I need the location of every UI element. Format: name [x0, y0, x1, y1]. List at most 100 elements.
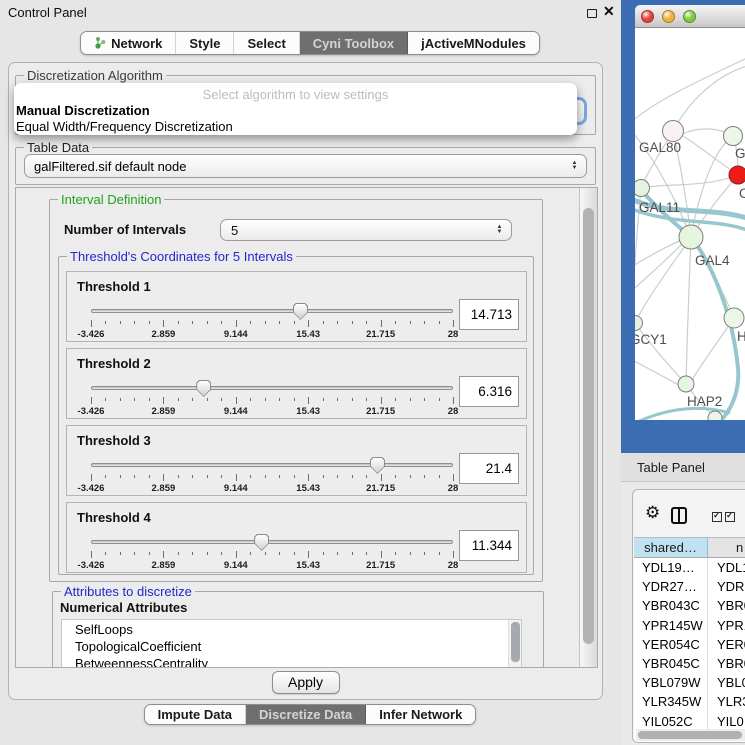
slider-handle[interactable] — [254, 534, 269, 551]
network-window-titlebar[interactable] — [635, 5, 745, 28]
network-edge[interactable] — [635, 358, 680, 386]
network-node-G.[interactable] — [724, 127, 743, 146]
table-row[interactable]: YBL079WYBL0 — [634, 673, 745, 692]
attribute-list-item[interactable]: TopologicalCoefficient — [62, 639, 521, 654]
tab-network[interactable]: Network — [81, 32, 176, 54]
network-node-GAL11[interactable] — [635, 180, 650, 197]
cell-name[interactable]: YBR0 — [708, 654, 745, 673]
network-edge[interactable] — [692, 318, 734, 380]
cell-name[interactable]: YLR3 — [708, 692, 745, 711]
attribute-list-item[interactable]: BetweennessCentrality — [62, 656, 521, 668]
popup-item-equal-width-frequency[interactable]: Equal Width/Frequency Discretization — [14, 119, 577, 135]
node-table[interactable]: shared… n YDL19…YDL1YDR27…YDR2YBR043CYBR… — [634, 537, 745, 742]
tab-discretize-data[interactable]: Discretize Data — [246, 705, 366, 724]
gear-icon[interactable]: ⚙ — [645, 503, 660, 523]
threshold-slider[interactable]: -3.4262.8599.14415.4321.71528 — [91, 302, 453, 338]
cell-name[interactable]: YER0 — [708, 635, 745, 654]
threshold-slider[interactable]: -3.4262.8599.14415.4321.71528 — [91, 456, 453, 492]
column-header-shared-name[interactable]: shared… — [634, 538, 708, 557]
threshold-value-field[interactable]: 6.316 — [459, 376, 519, 407]
zoom-traffic-light[interactable] — [683, 10, 696, 23]
settings-vertical-scrollbar[interactable] — [579, 188, 597, 667]
network-edge[interactable] — [635, 239, 685, 268]
checkbox-icon[interactable]: ✓ — [725, 512, 735, 522]
number-of-intervals-combobox[interactable]: 5 ▲▼ — [220, 219, 512, 241]
slider-track[interactable] — [91, 309, 453, 313]
cell-shared-name[interactable]: YLR345W — [634, 692, 708, 711]
cell-name[interactable]: YIL0 — [708, 712, 745, 731]
threshold-slider[interactable]: -3.4262.8599.14415.4321.71528 — [91, 379, 453, 415]
cell-name[interactable]: YBL0 — [708, 673, 745, 692]
network-node-GAL4[interactable] — [679, 225, 703, 249]
float-window-icon[interactable] — [587, 9, 597, 18]
slider-track[interactable] — [91, 540, 453, 544]
attribute-list-item[interactable]: SelfLoops — [62, 622, 521, 637]
scrollbar-thumb[interactable] — [638, 731, 742, 739]
tab-style[interactable]: Style — [176, 32, 234, 54]
cell-name[interactable]: YPR1 — [708, 616, 745, 635]
slider-handle[interactable] — [196, 380, 211, 397]
network-node-GCY1[interactable] — [635, 316, 643, 331]
network-edge[interactable] — [635, 58, 745, 124]
tick-label: 2.859 — [152, 406, 176, 417]
scrollbar-thumb[interactable] — [583, 208, 594, 644]
slider-handle[interactable] — [293, 303, 308, 320]
cell-shared-name[interactable]: YBL079W — [634, 673, 708, 692]
threshold-value-field[interactable]: 11.344 — [459, 530, 519, 561]
network-node-HAP2[interactable] — [678, 376, 694, 392]
slider-tick-labels: -3.4262.8599.14415.4321.71528 — [91, 406, 453, 416]
cell-shared-name[interactable]: YBR045C — [634, 654, 708, 673]
network-edge[interactable] — [686, 237, 691, 384]
table-row[interactable]: YDR27…YDR2 — [634, 577, 745, 596]
network-node-GAL80[interactable] — [663, 121, 684, 142]
cell-name[interactable]: YDL1 — [708, 558, 745, 577]
cell-name[interactable]: YDR2 — [708, 577, 745, 596]
network-edge[interactable] — [641, 175, 738, 188]
table-row[interactable]: YPR145WYPR1 — [634, 616, 745, 635]
apply-button[interactable]: Apply — [272, 671, 340, 694]
table-row[interactable]: YIL052CYIL0 — [634, 712, 745, 731]
network-edge[interactable] — [635, 241, 685, 293]
attributes-list-scrollbar[interactable] — [508, 620, 521, 668]
cell-shared-name[interactable]: YDL19… — [634, 558, 708, 577]
minimize-traffic-light[interactable] — [662, 10, 675, 23]
cell-shared-name[interactable]: YPR145W — [634, 616, 708, 635]
table-data-combobox[interactable]: galFiltered.sif default node ▲▼ — [24, 154, 587, 178]
popup-item-manual-discretization[interactable]: Manual Discretization — [14, 103, 577, 119]
numerical-attributes-list[interactable]: SelfLoops TopologicalCoefficient Betweenne… — [61, 619, 522, 668]
network-view-window[interactable]: GAL80G.CGAL11GAL4HGCY1HAP2 — [621, 0, 745, 453]
tick-mark — [308, 320, 309, 327]
tick-mark — [192, 552, 193, 555]
threshold-slider[interactable]: -3.4262.8599.14415.4321.71528 — [91, 533, 453, 569]
table-row[interactable]: YER054CYER0 — [634, 635, 745, 654]
network-node-H[interactable] — [724, 308, 744, 328]
tab-select[interactable]: Select — [234, 32, 299, 54]
table-horizontal-scrollbar[interactable] — [636, 729, 745, 741]
slider-track[interactable] — [91, 386, 453, 390]
tab-cyni-toolbox[interactable]: Cyni Toolbox — [300, 32, 408, 54]
slider-track[interactable] — [91, 463, 453, 467]
table-row[interactable]: YBR043CYBR0 — [634, 596, 745, 615]
checkbox-icon[interactable]: ✓ — [712, 512, 722, 522]
tab-impute-data[interactable]: Impute Data — [145, 705, 246, 724]
tab-jactivemnodules[interactable]: jActiveMNodules — [408, 32, 539, 54]
cell-shared-name[interactable]: YER054C — [634, 635, 708, 654]
tab-infer-network[interactable]: Infer Network — [366, 705, 475, 724]
close-icon[interactable]: ✕ — [603, 3, 615, 20]
cell-shared-name[interactable]: YIL052C — [634, 712, 708, 731]
split-columns-icon[interactable] — [671, 507, 687, 524]
cell-shared-name[interactable]: YBR043C — [634, 596, 708, 615]
slider-handle[interactable] — [370, 457, 385, 474]
threshold-value-field[interactable]: 21.4 — [459, 453, 519, 484]
cell-shared-name[interactable]: YDR27… — [634, 577, 708, 596]
table-row[interactable]: YBR045CYBR0 — [634, 654, 745, 673]
threshold-value-field[interactable]: 14.713 — [459, 299, 519, 330]
close-traffic-light[interactable] — [641, 10, 654, 23]
network-node-C[interactable] — [729, 166, 745, 184]
table-row[interactable]: YDL19…YDL1 — [634, 558, 745, 577]
cell-name[interactable]: YBR0 — [708, 596, 745, 615]
network-node-unnamed[interactable] — [708, 411, 722, 420]
column-header-name[interactable]: n — [708, 538, 745, 557]
network-canvas[interactable]: GAL80G.CGAL11GAL4HGCY1HAP2 — [635, 28, 745, 420]
table-row[interactable]: YLR345WYLR3 — [634, 692, 745, 711]
